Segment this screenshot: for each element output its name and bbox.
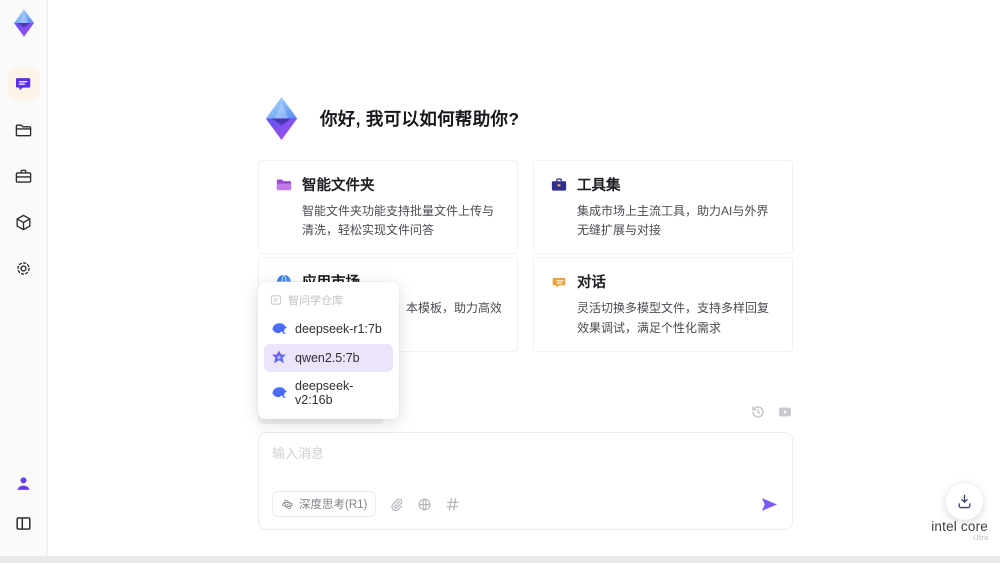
intel-sub-text: Ultra <box>973 535 988 542</box>
send-button[interactable] <box>760 495 779 514</box>
composer-top-actions <box>750 404 793 420</box>
paperclip-icon <box>391 498 403 511</box>
sidebar-item-account[interactable] <box>8 467 40 499</box>
toolbox-icon <box>551 177 567 191</box>
sidebar-item-toolset[interactable] <box>8 160 40 192</box>
deep-think-toggle[interactable]: 深度思考(R1) <box>272 491 377 517</box>
card-toolset[interactable]: 工具集 集成市场上主流工具，助力AI与外界无缝扩展与对接 <box>533 160 793 255</box>
composer: 深度思考(R1) <box>258 432 793 530</box>
split-panel-icon <box>16 516 31 530</box>
model-dropdown-header-label: 智问学仓库 <box>288 295 343 307</box>
sidebar-nav <box>7 68 40 284</box>
model-option-label: qwen2.5:7b <box>295 351 360 365</box>
qwen-icon <box>272 350 286 364</box>
video-icon[interactable] <box>777 404 793 420</box>
app-logo-icon <box>13 9 34 37</box>
greeting-logo-icon <box>265 96 298 141</box>
sidebar-item-apps[interactable] <box>8 206 40 238</box>
card-smart-folder[interactable]: 智能文件夹 智能文件夹功能支持批量文件上传与清洗，轻松实现文件问答 <box>258 160 518 255</box>
sidebar-item-settings[interactable] <box>8 252 40 284</box>
web-search-button[interactable] <box>417 497 432 512</box>
card-dialog[interactable]: 对话 灵活切换多模型文件，支持多样回复效果调试，满足个性化需求 <box>533 257 793 352</box>
card-desc: 智能文件夹功能支持批量文件上传与清洗，轻松实现文件问答 <box>302 204 495 238</box>
download-icon <box>958 494 971 509</box>
card-title: 对话 <box>577 275 606 292</box>
prompt-library-button[interactable] <box>445 497 460 512</box>
chat-icon <box>15 77 31 91</box>
model-dropdown: 智问学仓库 deepseek-r1:7b qwen2.5:7b deepseek… <box>258 282 399 419</box>
briefcase-icon <box>15 169 32 183</box>
page-greeting: 你好, 我可以如何帮助你? <box>320 109 520 129</box>
download-button[interactable] <box>946 483 983 520</box>
attach-file-button[interactable] <box>389 497 404 512</box>
cube-icon <box>16 214 31 230</box>
globe-icon <box>418 498 431 510</box>
repo-icon <box>270 295 282 305</box>
sidebar-item-chat[interactable] <box>7 68 40 100</box>
deep-think-label: 深度思考(R1) <box>299 499 368 511</box>
dialog-icon <box>552 277 566 288</box>
grid-icon <box>446 497 460 511</box>
model-option-deepseek-v2[interactable]: deepseek-v2:16b <box>264 373 393 413</box>
sidebar <box>0 0 48 563</box>
model-option-qwen25[interactable]: qwen2.5:7b <box>264 344 393 372</box>
intel-core-badge: intel core Ultra <box>931 519 988 542</box>
model-option-label: deepseek-v2:16b <box>295 379 354 407</box>
sidebar-item-panel-toggle[interactable] <box>8 507 40 539</box>
folder-icon <box>15 124 32 136</box>
settings-icon <box>17 261 30 275</box>
card-title: 智能文件夹 <box>302 178 375 194</box>
main-area: 你好, 我可以如何帮助你? 智能文件夹 智能文件夹功能支持批量文件上传与清洗，轻… <box>48 0 1000 563</box>
card-title: 工具集 <box>577 178 621 194</box>
message-input[interactable] <box>272 443 779 477</box>
intel-logo-text: intel core <box>931 519 988 534</box>
send-icon <box>761 497 778 511</box>
model-dropdown-header: 智问学仓库 <box>264 288 393 314</box>
bottom-edge-bar <box>0 556 1000 563</box>
deepseek-whale-icon <box>272 387 287 398</box>
model-option-deepseek-r1[interactable]: deepseek-r1:7b <box>264 315 393 343</box>
user-icon <box>17 476 30 490</box>
deepseek-whale-icon <box>272 323 287 334</box>
card-desc: 集成市场上主流工具，助力AI与外界无缝扩展与对接 <box>577 204 769 238</box>
card-desc-partial: 本模板，助力高效生成多 <box>406 301 501 316</box>
atom-icon <box>282 499 293 509</box>
model-option-label: deepseek-r1:7b <box>295 322 382 336</box>
sidebar-bottom <box>8 467 40 539</box>
greeting-row: 你好, 我可以如何帮助你? <box>258 95 793 142</box>
sidebar-item-folders[interactable] <box>8 114 40 146</box>
folder-purple-icon <box>276 179 292 190</box>
history-icon[interactable] <box>750 404 766 420</box>
composer-toolbar: 深度思考(R1) <box>272 491 779 517</box>
card-desc: 灵活切换多模型文件，支持多样回复效果调试，满足个性化需求 <box>577 301 770 335</box>
